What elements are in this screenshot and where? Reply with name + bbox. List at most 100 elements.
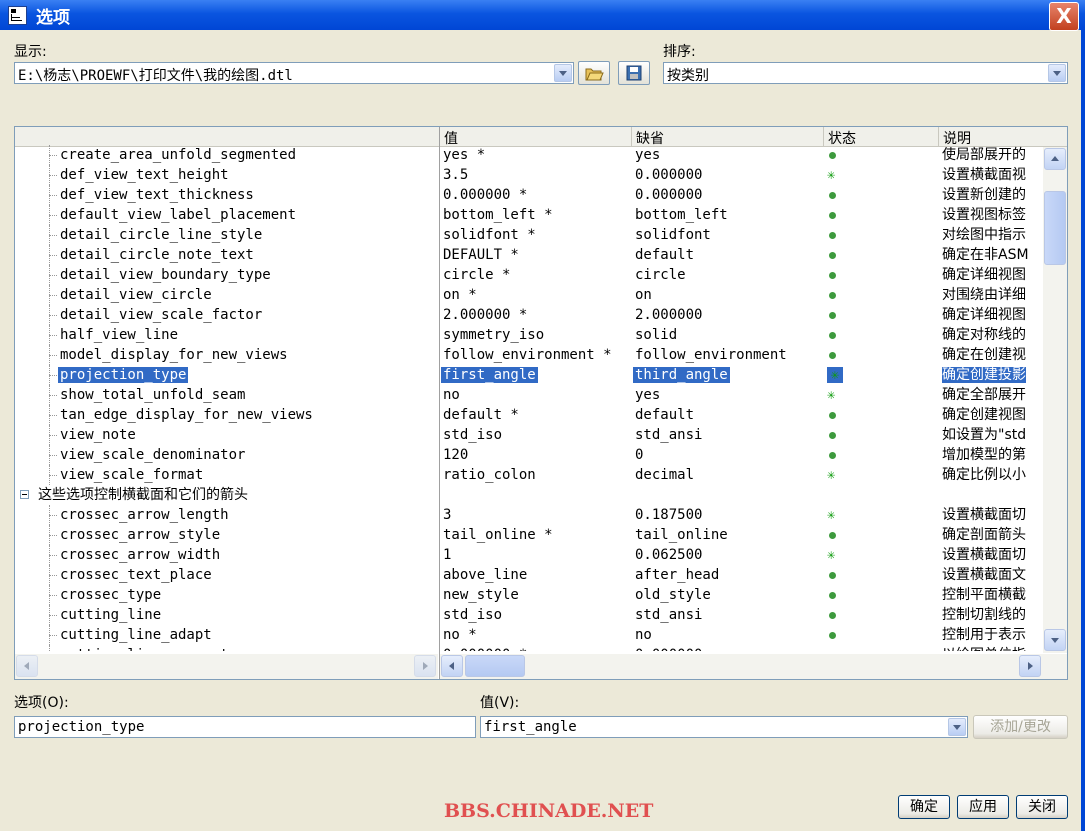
option-status-cell <box>827 645 847 651</box>
default-status-icon <box>829 312 836 319</box>
option-name-cell: crossec_arrow_style <box>60 527 221 543</box>
value-label: 值(V): <box>480 695 520 711</box>
value-select-value: first_angle <box>484 719 577 735</box>
tree-line <box>49 175 57 176</box>
group-title: 这些选项控制横截面和它们的箭头 <box>38 487 248 503</box>
value-select[interactable]: first_angle <box>480 716 968 738</box>
option-name-cell: crossec_type <box>60 587 162 603</box>
table-row[interactable]: cutting_line std_iso std_ansi 控制切割线的 <box>15 605 1054 625</box>
option-name-cell: view_scale_denominator <box>60 447 246 463</box>
table-row[interactable]: view_note std_iso std_ansi 如设置为"std <box>15 425 1054 445</box>
default-status-icon <box>829 252 836 259</box>
vertical-scrollbar[interactable] <box>1043 147 1067 653</box>
table-row[interactable]: def_view_text_thickness 0.000000 * 0.00000… <box>15 185 1054 205</box>
display-file-value: E:\杨志\PROEWF\打印文件\我的绘图.dtl <box>18 68 293 84</box>
option-value-cell: std_iso <box>443 427 503 443</box>
name-column-header[interactable] <box>15 127 439 147</box>
chevron-down-icon[interactable] <box>1048 64 1066 82</box>
table-row[interactable]: crossec_text_place above_line after_head 设置… <box>15 565 1054 585</box>
table-row[interactable]: def_view_text_height 3.5 0.000000 ✳ 设置横截面视 <box>15 165 1054 185</box>
option-default-cell: 0.187500 <box>635 507 703 523</box>
close-button[interactable]: 关闭 <box>1016 795 1068 819</box>
tree-line <box>49 515 57 516</box>
table-row[interactable]: cutting_line_adapt no * no 控制用于表示 <box>15 625 1054 645</box>
option-name-cell: model_display_for_new_views <box>60 347 288 363</box>
tree-line <box>49 155 57 156</box>
option-value-cell: default * <box>443 407 519 423</box>
display-file-select[interactable]: E:\杨志\PROEWF\打印文件\我的绘图.dtl <box>14 62 574 84</box>
table-row[interactable]: crossec_type new_style old_style 控制平面横截 <box>15 585 1054 605</box>
default-status-icon <box>829 192 836 199</box>
table-row[interactable]: crossec_arrow_style tail_online * tail_onl… <box>15 525 1054 545</box>
option-value-cell: new_style <box>443 587 519 603</box>
scroll-down-button[interactable] <box>1044 629 1066 651</box>
modified-status-icon: ✳ <box>830 367 840 383</box>
table-row[interactable]: tan_edge_display_for_new_views default * d… <box>15 405 1054 425</box>
table-row[interactable]: detail_view_circle on * on 对围绕由详细 <box>15 285 1054 305</box>
table-row[interactable]: model_display_for_new_views follow_enviro… <box>15 345 1054 365</box>
table-row[interactable]: detail_view_boundary_type circle * circle 确… <box>15 265 1054 285</box>
option-default-cell: decimal <box>635 467 695 483</box>
option-group-row[interactable]: 这些选项控制横截面和它们的箭头 <box>15 485 1054 505</box>
table-row[interactable]: cutting_line_segment0.000000 *0.000000 以绘… <box>15 645 1054 651</box>
scroll-right-button[interactable] <box>1019 655 1041 677</box>
open-folder-button[interactable] <box>578 61 610 85</box>
ok-button[interactable]: 确定 <box>898 795 950 819</box>
tree-line <box>49 335 57 336</box>
table-row[interactable]: view_scale_format ratio_colon decimal ✳ 确定比例… <box>15 465 1054 485</box>
option-value-cell: solidfont * <box>443 227 536 243</box>
value-column-header[interactable]: 值 <box>439 127 633 147</box>
option-default-cell: old_style <box>635 587 711 603</box>
status-column-header[interactable]: 状态 <box>823 127 939 147</box>
option-status-cell <box>827 185 847 205</box>
option-description-cell: 确定创建投影 <box>942 367 1026 383</box>
scroll-left-button[interactable] <box>441 655 463 677</box>
horizontal-scroll-thumb[interactable] <box>465 655 525 677</box>
tree-line <box>49 275 57 276</box>
modified-status-icon: ✳ <box>827 387 836 403</box>
tree-line <box>49 555 57 556</box>
table-row[interactable]: half_view_line symmetry_iso solid 确定对称线的 <box>15 325 1054 345</box>
option-status-cell <box>827 205 847 225</box>
table-row[interactable]: view_scale_denominator 120 0 增加模型的第 <box>15 445 1054 465</box>
tree-line <box>49 475 57 476</box>
scroll-right-button[interactable] <box>414 655 436 677</box>
option-input[interactable]: projection_type <box>14 716 476 738</box>
tree-line <box>49 415 57 416</box>
close-window-button[interactable]: X <box>1049 2 1079 31</box>
option-description-cell: 增加模型的第 <box>942 447 1026 463</box>
save-button[interactable] <box>618 61 650 85</box>
table-row[interactable]: default_view_label_placement bottom_left … <box>15 205 1054 225</box>
table-row[interactable]: detail_circle_note_text DEFAULT * default 确… <box>15 245 1054 265</box>
table-row[interactable]: crossec_arrow_length 3 0.187500 ✳ 设置横截面切 <box>15 505 1054 525</box>
option-description-cell: 设置视图标签 <box>942 207 1026 223</box>
scroll-left-button[interactable] <box>16 655 38 677</box>
name-horizontal-scrollbar[interactable] <box>15 654 438 679</box>
save-disk-icon <box>626 65 642 81</box>
chevron-down-icon[interactable] <box>948 718 966 736</box>
table-row[interactable]: crossec_arrow_width 1 0.062500 ✳ 设置横截面切 <box>15 545 1054 565</box>
table-row[interactable]: detail_view_scale_factor 2.000000 * 2.0000… <box>15 305 1054 325</box>
tree-line <box>49 255 57 256</box>
table-row[interactable]: show_total_unfold_seam no yes ✳ 确定全部展开 <box>15 385 1054 405</box>
apply-button[interactable]: 应用 <box>957 795 1009 819</box>
default-column-header[interactable]: 缺省 <box>631 127 825 147</box>
table-row[interactable]: detail_circle_line_style solidfont * solid… <box>15 225 1054 245</box>
table-row[interactable]: projection_type first_angle third_angle ✳ 确定… <box>15 365 1054 385</box>
option-description-cell: 确定创建视图 <box>942 407 1026 423</box>
option-description-cell: 确定剖面箭头 <box>942 527 1026 543</box>
sort-select[interactable]: 按类别 <box>663 62 1068 84</box>
option-name-cell: detail_view_scale_factor <box>60 307 263 323</box>
values-horizontal-scrollbar[interactable] <box>440 654 1067 679</box>
option-value-cell: 0.000000 * <box>443 187 528 203</box>
chevron-down-icon[interactable] <box>554 64 572 82</box>
option-status-cell <box>827 585 847 605</box>
option-value-cell: std_iso <box>443 607 503 623</box>
add-change-button[interactable]: 添加/更改 <box>973 715 1068 739</box>
tree-line <box>49 315 57 316</box>
vertical-scroll-thumb[interactable] <box>1044 191 1066 265</box>
table-row[interactable]: create_area_unfold_segmented yes * yes 使局部展… <box>15 145 1054 165</box>
collapse-icon[interactable] <box>20 490 29 499</box>
description-column-header[interactable]: 说明 <box>938 127 1067 147</box>
scroll-up-button[interactable] <box>1044 148 1066 170</box>
